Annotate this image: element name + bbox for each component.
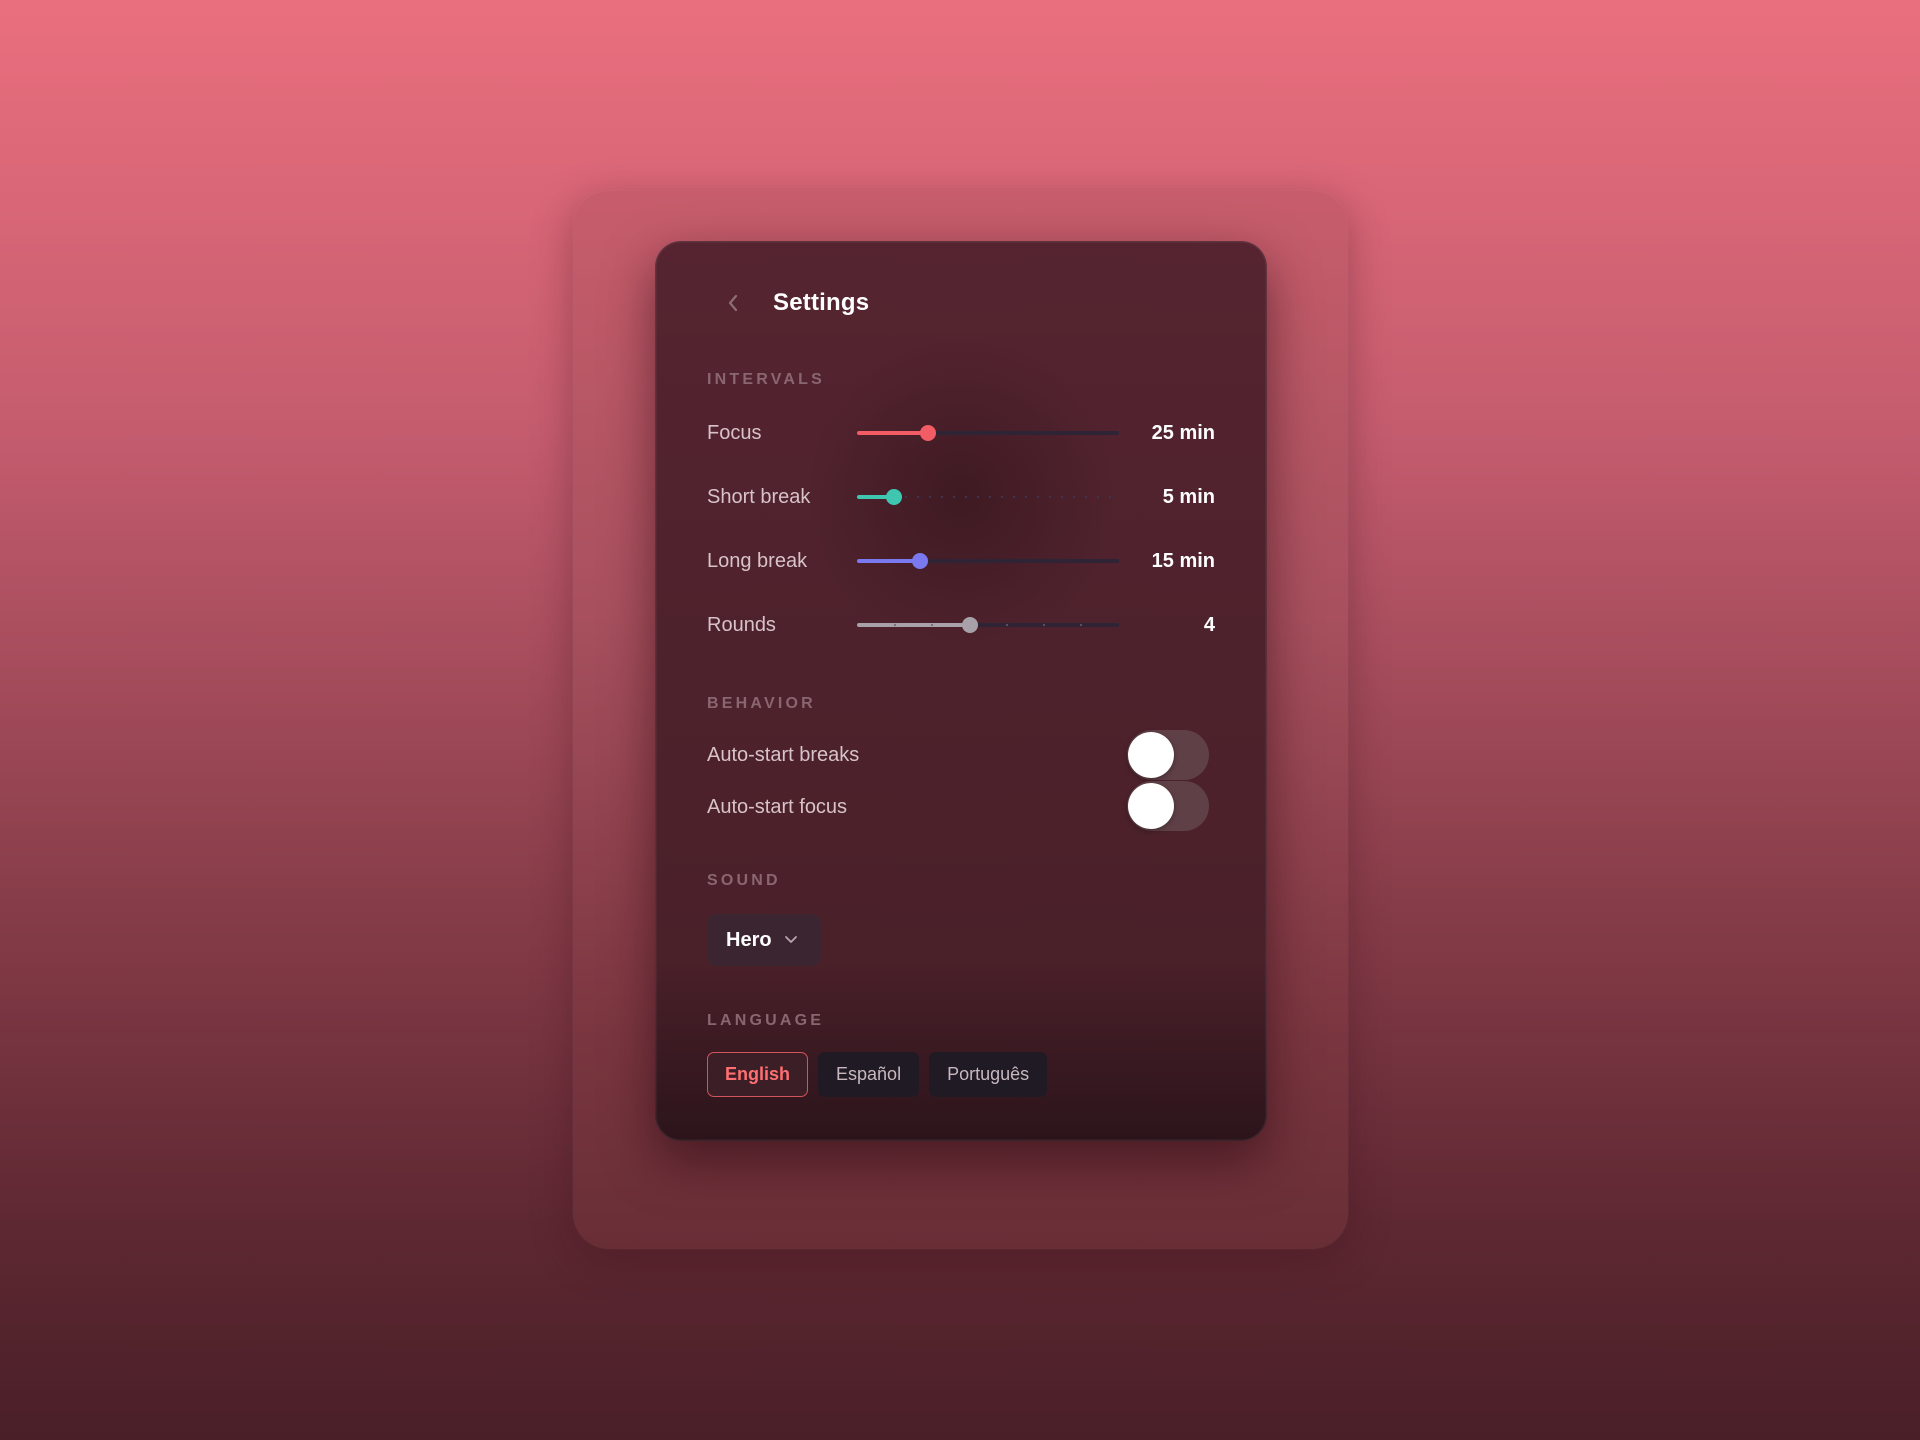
- long-break-value: 15 min: [1151, 550, 1215, 572]
- auto-start-focus-label: Auto-start focus: [707, 796, 848, 818]
- rounds-slider-tick: [1080, 624, 1082, 626]
- rounds-label: Rounds: [707, 614, 776, 636]
- chevron-down-icon: [784, 936, 797, 943]
- auto-start-breaks-toggle[interactable]: [1127, 730, 1209, 780]
- chevron-left-icon: [728, 294, 738, 312]
- focus-slider[interactable]: [857, 423, 1119, 443]
- rounds-slider-tick: [1006, 624, 1008, 626]
- short-break-slider[interactable]: [857, 487, 1119, 507]
- focus-slider-fill: [857, 431, 928, 435]
- section-behavior-label: BEHAVIOR: [707, 695, 816, 712]
- focus-slider-thumb[interactable]: [919, 425, 936, 441]
- language-option-portugues[interactable]: Português: [929, 1052, 1048, 1097]
- sound-dropdown-value: Hero: [726, 928, 772, 951]
- language-option-english[interactable]: English: [707, 1052, 809, 1097]
- settings-panel: Settings INTERVALS Focus 25 min Short br…: [655, 241, 1267, 1141]
- focus-label: Focus: [707, 422, 762, 444]
- focus-value: 25 min: [1151, 422, 1215, 444]
- page-title: Settings: [773, 289, 870, 316]
- language-selector: English Español Português: [707, 1052, 1048, 1097]
- rounds-slider-tick: [1043, 624, 1045, 626]
- sound-dropdown[interactable]: Hero: [707, 914, 821, 966]
- section-language-label: LANGUAGE: [707, 1012, 825, 1029]
- section-intervals-label: INTERVALS: [707, 371, 825, 388]
- long-break-label: Long break: [707, 550, 808, 572]
- long-break-slider-fill: [857, 559, 920, 563]
- auto-start-breaks-label: Auto-start breaks: [707, 744, 860, 766]
- short-break-label: Short break: [707, 486, 811, 508]
- short-break-slider-thumb[interactable]: [885, 489, 902, 505]
- long-break-slider[interactable]: [857, 551, 1119, 571]
- header: Settings: [715, 283, 869, 323]
- rounds-slider-tick: [931, 624, 933, 626]
- section-sound-label: SOUND: [707, 872, 781, 889]
- toggle-knob: [1128, 783, 1174, 829]
- rounds-slider-fill: [857, 623, 970, 627]
- rounds-slider-tick: [894, 624, 896, 626]
- long-break-slider-thumb[interactable]: [911, 553, 928, 569]
- toggle-knob: [1128, 732, 1174, 778]
- auto-start-focus-toggle[interactable]: [1127, 781, 1209, 831]
- short-break-value: 5 min: [1162, 486, 1215, 508]
- rounds-slider[interactable]: [857, 615, 1119, 635]
- rounds-slider-thumb[interactable]: [961, 617, 978, 633]
- rounds-value: 4: [1203, 614, 1215, 636]
- language-option-espanol[interactable]: Español: [818, 1052, 920, 1097]
- back-button[interactable]: [715, 285, 751, 321]
